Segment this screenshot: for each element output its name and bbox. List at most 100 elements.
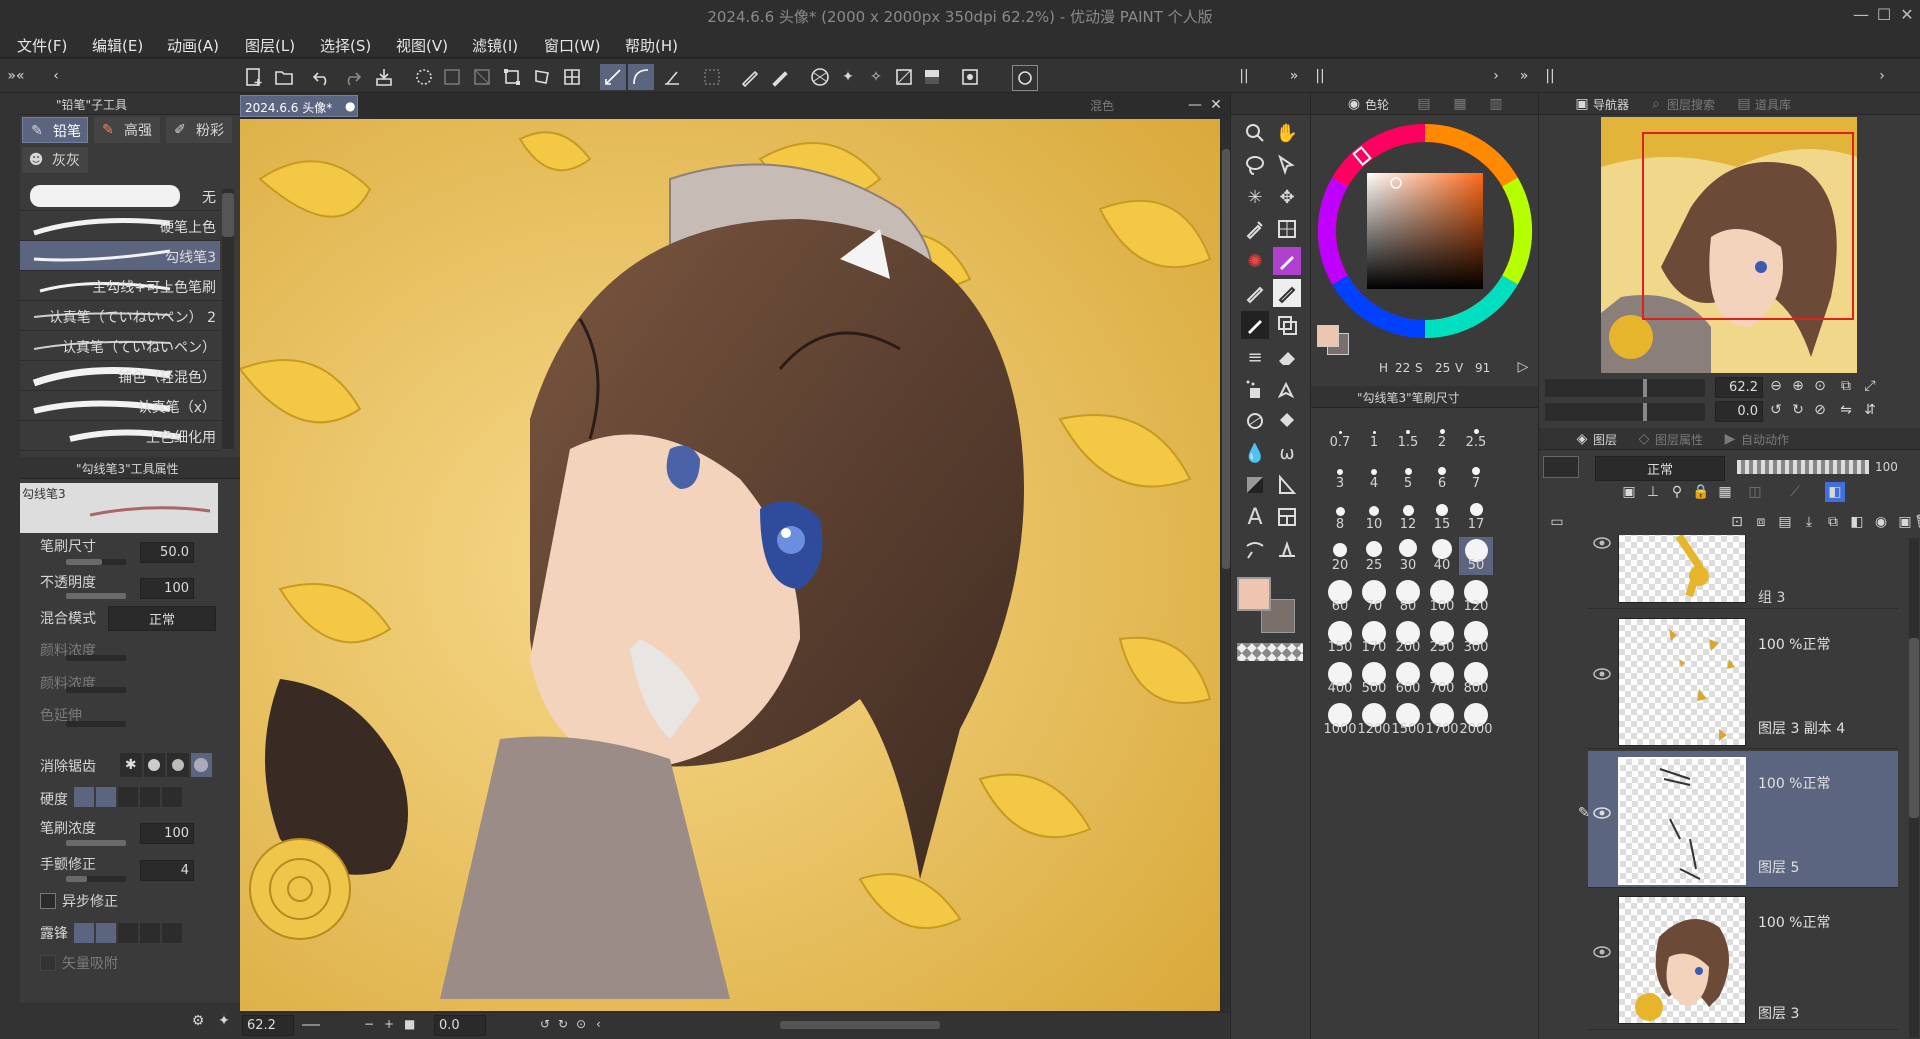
- flip-horizontal-icon[interactable]: ⇋: [1837, 401, 1855, 419]
- menu-select[interactable]: 选择(S): [320, 35, 371, 56]
- brush-size-option[interactable]: 600: [1391, 660, 1425, 698]
- layer-list-scrollbar[interactable]: [1909, 538, 1919, 1038]
- snap-special-ruler-icon[interactable]: [628, 64, 654, 90]
- tab-pastel[interactable]: 粉彩 ✐: [166, 117, 232, 143]
- brush-item[interactable]: 硬笔上色: [20, 211, 220, 241]
- color-wheel-tab-icon[interactable]: ◉: [1345, 95, 1363, 113]
- color-slider-tab-icon[interactable]: ▤: [1415, 95, 1433, 113]
- rotate-right-icon[interactable]: ↻: [558, 1017, 568, 1031]
- close-dot-icon[interactable]: ●: [345, 99, 355, 113]
- layer-opacity-slider[interactable]: [1737, 460, 1869, 474]
- open-file-icon[interactable]: [272, 65, 296, 89]
- preview-icon[interactable]: [1012, 65, 1038, 91]
- zoom-out-icon[interactable]: −: [364, 1017, 374, 1031]
- eye-icon[interactable]: [1592, 666, 1612, 682]
- snap-grid-icon[interactable]: [660, 65, 684, 89]
- sparkle-alt-icon[interactable]: ✧: [864, 65, 888, 89]
- current-main-color[interactable]: [1317, 325, 1339, 347]
- brush-size-option[interactable]: 40: [1425, 537, 1459, 575]
- tab-gray[interactable]: 灰灰 ☻: [22, 147, 88, 173]
- menu-view[interactable]: 视图(V): [396, 35, 448, 56]
- object-tool-icon[interactable]: [1273, 151, 1301, 179]
- brush-size-option[interactable]: 2.5: [1459, 414, 1493, 452]
- brush-item[interactable]: 主勾线+可上色笔刷: [20, 271, 220, 301]
- clip-lower-icon[interactable]: ▣: [1895, 512, 1915, 532]
- frame-tool-icon[interactable]: [1273, 503, 1301, 531]
- opacity-value[interactable]: 100: [140, 578, 194, 599]
- color-wheel[interactable]: [1317, 123, 1533, 339]
- zoom-value[interactable]: 62.2: [242, 1015, 294, 1036]
- brush-size-option[interactable]: 1.5: [1391, 414, 1425, 452]
- ref-layer-icon[interactable]: ⚲: [1667, 482, 1687, 502]
- brush-size-option[interactable]: 7: [1459, 455, 1493, 493]
- brush-size-option[interactable]: 700: [1425, 660, 1459, 698]
- tab-document[interactable]: 2024.6.6 头像* ●: [240, 95, 358, 117]
- wrench-icon[interactable]: ✦: [214, 1011, 234, 1031]
- delete-layer-icon[interactable]: 🗑: [1913, 512, 1920, 532]
- brush-size-option[interactable]: 50: [1459, 537, 1493, 575]
- grid-tool-icon[interactable]: [1273, 215, 1301, 243]
- pen-icon[interactable]: [738, 65, 762, 89]
- reset-rotation-icon[interactable]: ⊙: [576, 1017, 586, 1031]
- brush-size-option[interactable]: 80: [1391, 578, 1425, 616]
- brush-size-option[interactable]: 400: [1323, 660, 1357, 698]
- eyedropper-icon[interactable]: [1241, 215, 1269, 243]
- minimize-canvas-icon[interactable]: —: [1185, 95, 1205, 115]
- brush-size-option[interactable]: 30: [1391, 537, 1425, 575]
- ruler-tool-icon[interactable]: [1273, 535, 1301, 563]
- merge-down-icon[interactable]: ⧉: [1823, 512, 1843, 532]
- panel-collapse-icon-3[interactable]: ||: [1542, 67, 1558, 85]
- water-drops-icon[interactable]: 💧: [1241, 439, 1269, 467]
- main-color-swatch[interactable]: [1237, 577, 1271, 611]
- brush-size-option[interactable]: 300: [1459, 619, 1493, 657]
- stop-icon[interactable]: ■: [404, 1017, 415, 1031]
- taper-selector[interactable]: [74, 923, 182, 943]
- collapse-left-icon[interactable]: »«: [2, 67, 30, 85]
- layer-tab-icon[interactable]: ◈: [1573, 430, 1591, 448]
- fountain-pen-icon[interactable]: [1273, 375, 1301, 403]
- brush-size-option[interactable]: 5: [1391, 455, 1425, 493]
- brush-size-option[interactable]: 250: [1425, 619, 1459, 657]
- navigator-preview[interactable]: [1601, 117, 1857, 373]
- brush-list-scrollbar[interactable]: [222, 189, 234, 449]
- maximize-button[interactable]: ☐: [1873, 4, 1895, 26]
- eye-icon[interactable]: [1592, 535, 1612, 551]
- transform-icon[interactable]: [500, 65, 524, 89]
- material-tab-icon[interactable]: ▤: [1735, 95, 1753, 113]
- brush-item[interactable]: 上色细化用: [20, 421, 220, 451]
- layer-row[interactable]: 100 %正常 图层 3: [1588, 890, 1898, 1030]
- brush-size-option[interactable]: 170: [1357, 619, 1391, 657]
- scroll-left-icon[interactable]: ‹: [596, 1017, 601, 1031]
- brush-item[interactable]: 认真笔（ていねいペン）: [20, 331, 220, 361]
- brush-size-option[interactable]: 1700: [1425, 701, 1459, 739]
- zoom-out-icon[interactable]: ⊖: [1767, 377, 1785, 395]
- brush-size-option[interactable]: 12: [1391, 496, 1425, 534]
- stabilization-bar[interactable]: [66, 876, 126, 882]
- hand-tool-icon[interactable]: ✋: [1273, 119, 1301, 147]
- brush-size-option[interactable]: 800: [1459, 660, 1493, 698]
- brush-density-value[interactable]: 100: [140, 823, 194, 844]
- hatching-icon[interactable]: ≡: [1241, 343, 1269, 371]
- navigator-zoom-value[interactable]: 62.2: [1715, 377, 1763, 398]
- fullscreen-icon[interactable]: ⤢: [1861, 377, 1879, 395]
- balloon-tool-icon[interactable]: [1241, 535, 1269, 563]
- stabilization-value[interactable]: 4: [140, 860, 194, 881]
- hardness-selector[interactable]: [74, 787, 182, 807]
- mask-icon[interactable]: ◫: [1745, 482, 1765, 502]
- brush-size-value[interactable]: 50.0: [140, 542, 194, 563]
- chevron-right-icon-2[interactable]: ›: [1874, 67, 1890, 85]
- flip-vertical-icon[interactable]: ⇵: [1861, 401, 1879, 419]
- canvas-hscrollbar[interactable]: [780, 1021, 940, 1029]
- opacity-bar[interactable]: [66, 593, 126, 599]
- brush-size-option[interactable]: 25: [1357, 537, 1391, 575]
- navigator-rotate-slider[interactable]: [1545, 403, 1705, 421]
- brush-size-option[interactable]: 10: [1357, 496, 1391, 534]
- brush-size-option[interactable]: 17: [1459, 496, 1493, 534]
- chevron-right-icon[interactable]: ›: [1488, 67, 1504, 85]
- layer-search-tab-icon[interactable]: ⌕: [1647, 95, 1665, 113]
- panel-expand-icon-2[interactable]: »: [1516, 67, 1532, 85]
- panel-collapse-icon[interactable]: ||: [1236, 67, 1252, 85]
- minimize-button[interactable]: —: [1850, 4, 1872, 26]
- sparkle-icon[interactable]: ✦: [836, 65, 860, 89]
- zoom-in-icon[interactable]: ⊕: [1789, 377, 1807, 395]
